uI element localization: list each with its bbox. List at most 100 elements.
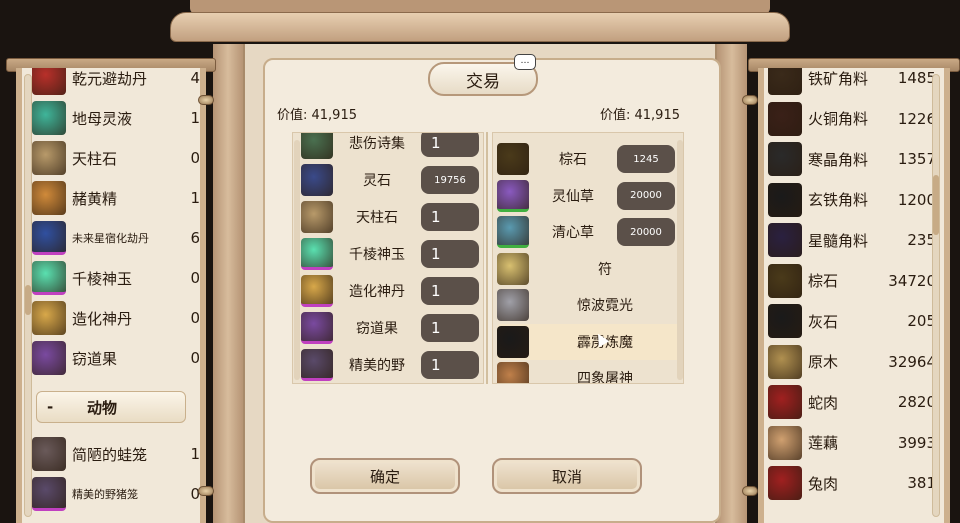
inventory-item[interactable]: 地母灵液 1 bbox=[32, 98, 200, 138]
left-scrollbar-thumb[interactable] bbox=[25, 285, 31, 315]
item-count: 381 bbox=[907, 474, 936, 492]
item-name: 未来星宿化劫丹 bbox=[72, 232, 149, 245]
quantity-input[interactable]: 1 bbox=[421, 351, 479, 379]
category-label: 动物 bbox=[87, 398, 118, 417]
request-list[interactable]: 棕石 1245 灵仙草 20000 清心草 20000 符惊波霓光 霹雳炼魔四象屠神 bbox=[492, 132, 684, 384]
right-scrollbar-track[interactable] bbox=[932, 74, 940, 517]
quantity-input[interactable]: 1 bbox=[421, 314, 479, 342]
offer-item[interactable]: 精美的野 1 bbox=[301, 347, 483, 383]
item-name: 灰石 bbox=[808, 312, 839, 331]
quantity-input[interactable]: 1 bbox=[421, 240, 479, 268]
item-name: 棕石 bbox=[808, 272, 839, 290]
item-name: 精美的野 bbox=[349, 358, 405, 374]
item-name: 天柱石 bbox=[356, 210, 398, 226]
inventory-item[interactable]: 寒晶角料 1357 bbox=[768, 139, 936, 179]
grey-stone-icon bbox=[768, 304, 802, 338]
ore-icon bbox=[497, 362, 529, 383]
inventory-item[interactable]: 天柱石 0 bbox=[32, 138, 200, 178]
item-count: 1 bbox=[190, 445, 200, 463]
item-count: 4 bbox=[190, 69, 200, 87]
inventory-item[interactable]: 蛇肉 2820 bbox=[768, 382, 936, 422]
quantity-input[interactable]: 1 bbox=[421, 203, 479, 231]
offer-item[interactable]: 窃道果 1 bbox=[301, 310, 483, 346]
item-count: 205 bbox=[907, 312, 936, 330]
request-item[interactable]: 灵仙草 20000 bbox=[497, 178, 681, 214]
book-icon bbox=[301, 133, 333, 159]
inventory-item[interactable]: 千棱神玉 0 bbox=[32, 258, 200, 298]
offer-item[interactable]: 造化神丹 1 bbox=[301, 273, 483, 309]
request-item[interactable]: 棕石 1245 bbox=[497, 141, 681, 177]
quantity-input[interactable]: 1 bbox=[421, 133, 479, 157]
offer-list[interactable]: 悲伤诗集 1 灵石 19756 天柱石 1 千棱神玉 1 造化神丹 1 窃道果 1 精美的野 1 bbox=[292, 132, 484, 384]
item-count: 1200 bbox=[897, 190, 936, 209]
meat-icon bbox=[768, 466, 802, 500]
quantity-input[interactable]: 20000 bbox=[617, 181, 675, 210]
gourd-icon bbox=[301, 275, 333, 307]
right-scrollbar-thumb[interactable] bbox=[933, 175, 939, 235]
inventory-item[interactable]: 星髓角料 235 bbox=[768, 220, 936, 260]
divine-jade-icon bbox=[301, 238, 333, 270]
request-item[interactable]: 四象屠神 bbox=[497, 360, 681, 384]
left-inventory-list[interactable]: 乾元避劫丹 4 地母灵液 1 天柱石 0 赭黄精 1 未来星宿化劫丹 6 千棱神玉 0 造化神丹 0 窃道果… bbox=[16, 68, 206, 523]
inventory-item[interactable]: 火铜角料 1226 bbox=[768, 99, 936, 139]
talisman-icon bbox=[497, 252, 529, 285]
category-animals-header[interactable]: - 动物 bbox=[36, 391, 186, 423]
item-count: 34720 bbox=[888, 271, 936, 290]
left-value-label: 价值: 41,915 bbox=[277, 108, 357, 123]
quantity-input[interactable]: 1245 bbox=[617, 145, 675, 173]
request-item[interactable]: 清心草 20000 bbox=[497, 214, 681, 250]
request-item[interactable]: 惊波霓光 bbox=[497, 287, 681, 323]
inventory-item[interactable]: 未来星宿化劫丹 6 bbox=[32, 218, 200, 258]
item-name: 造化神丹 bbox=[349, 284, 405, 300]
inventory-item[interactable]: 莲藕 3993 bbox=[768, 423, 936, 463]
item-name: 造化神丹 bbox=[72, 309, 133, 328]
request-list-scrollbar[interactable] bbox=[677, 140, 683, 380]
request-item[interactable]: 符 bbox=[497, 251, 681, 287]
item-name: 原木 bbox=[808, 353, 839, 371]
item-name: 蛇肉 bbox=[808, 393, 839, 412]
inventory-item[interactable]: 铁矿角料 1485 bbox=[768, 68, 936, 98]
item-name: 火铜角料 bbox=[808, 110, 869, 128]
quantity-input[interactable]: 19756 bbox=[421, 166, 479, 194]
inventory-item[interactable]: 窃道果 0 bbox=[32, 338, 200, 378]
inventory-item[interactable]: 兔肉 381 bbox=[768, 463, 936, 503]
quantity-input[interactable]: 20000 bbox=[617, 218, 675, 246]
item-count: 1 bbox=[190, 109, 200, 127]
offer-item[interactable]: 天柱石 1 bbox=[301, 199, 483, 235]
quantity-input[interactable]: 1 bbox=[421, 277, 479, 305]
inventory-item[interactable]: 精美的野猪笼 0 bbox=[32, 474, 200, 514]
request-item[interactable]: 霹雳炼魔 bbox=[497, 323, 681, 360]
chat-icon[interactable]: … bbox=[514, 54, 536, 70]
right-inventory-list[interactable]: 铁矿角料 1485 火铜角料 1226 寒晶角料 1357 玄铁角料 1200 星髓角料 235 棕… bbox=[758, 68, 950, 523]
fruit-icon bbox=[32, 341, 66, 375]
meat-icon bbox=[768, 385, 802, 419]
inventory-item[interactable]: 玄铁角料 1200 bbox=[768, 180, 936, 220]
inventory-item[interactable]: 赭黄精 1 bbox=[32, 178, 200, 218]
item-name: 莲藕 bbox=[808, 434, 839, 452]
left-inventory-scroll: 乾元避劫丹 4 地母灵液 1 天柱石 0 赭黄精 1 未来星宿化劫丹 6 千棱神玉 0 造化神丹 0 窃道果… bbox=[6, 58, 216, 523]
offer-item[interactable]: 灵石 19756 bbox=[301, 162, 483, 198]
right-value-label: 价值: 41,915 bbox=[600, 108, 680, 123]
item-name: 四象屠神 bbox=[577, 371, 633, 384]
inventory-item[interactable]: 造化神丹 0 bbox=[32, 298, 200, 338]
inventory-item[interactable]: 乾元避劫丹 4 bbox=[32, 68, 200, 98]
item-name: 铁矿角料 bbox=[808, 69, 869, 88]
inventory-item[interactable]: 灰石 205 bbox=[768, 301, 936, 341]
inventory-item[interactable]: 棕石 34720 bbox=[768, 261, 936, 301]
item-name: 千棱神玉 bbox=[72, 269, 133, 288]
confirm-button[interactable]: 确定 bbox=[310, 458, 460, 494]
inventory-item[interactable]: 原木 32964 bbox=[768, 342, 936, 382]
stone-pillar-icon bbox=[301, 201, 333, 233]
item-name: 符 bbox=[598, 261, 612, 278]
cancel-button[interactable]: 取消 bbox=[492, 458, 642, 494]
item-name: 窃道果 bbox=[72, 349, 118, 368]
offer-list-scrollbar[interactable] bbox=[294, 140, 300, 380]
ore-icon bbox=[768, 142, 802, 176]
cage-icon bbox=[301, 349, 333, 381]
item-count: 0 bbox=[190, 349, 200, 367]
offer-item[interactable]: 悲伤诗集 1 bbox=[301, 133, 483, 161]
inventory-item[interactable]: 简陋的蛙笼 1 bbox=[32, 434, 200, 474]
left-scrollbar-track[interactable] bbox=[24, 74, 32, 517]
brown-stone-icon bbox=[768, 263, 802, 298]
offer-item[interactable]: 千棱神玉 1 bbox=[301, 236, 483, 272]
